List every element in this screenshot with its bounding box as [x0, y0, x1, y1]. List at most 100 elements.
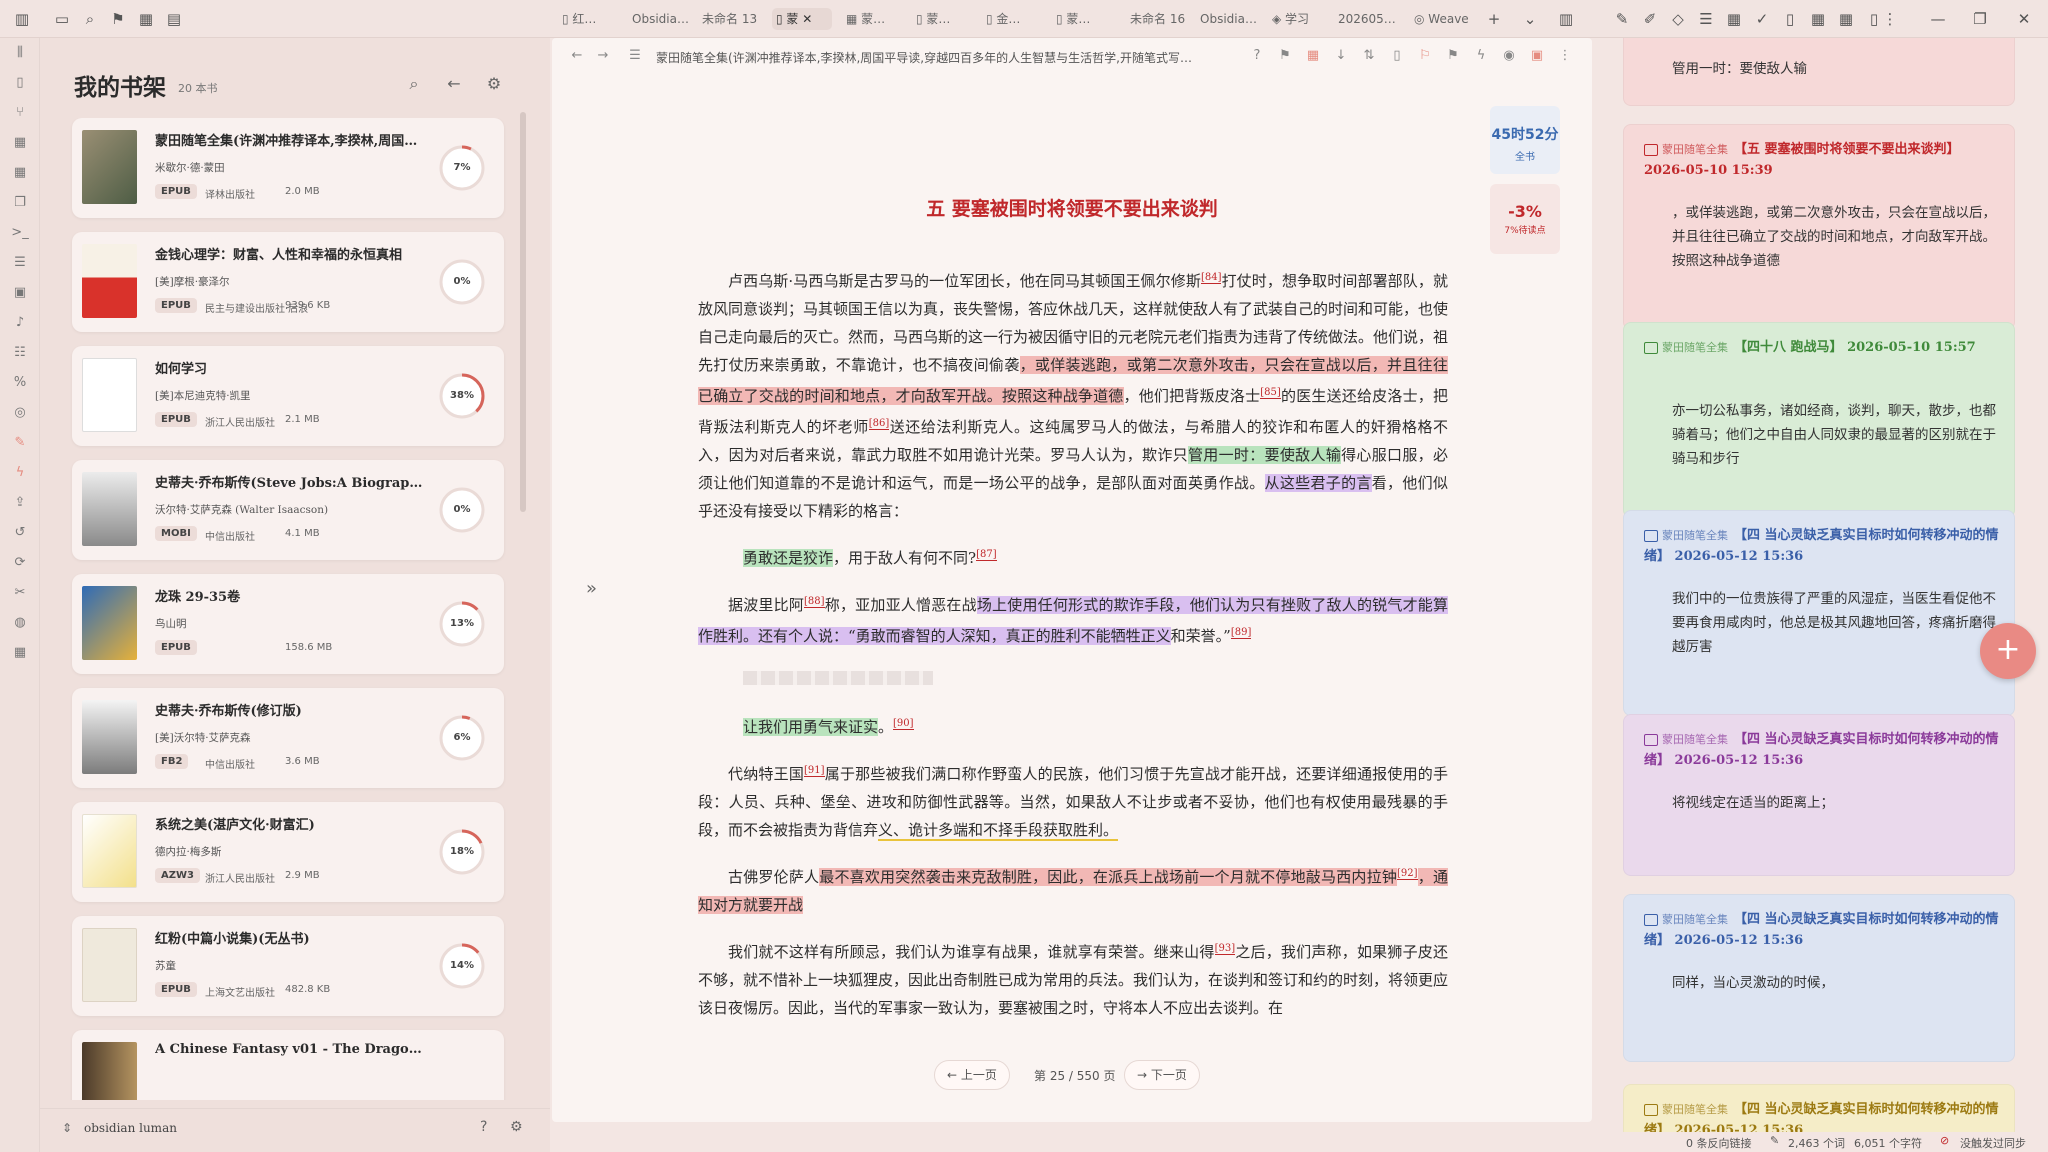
tab-9[interactable]: 未命名 16 [1130, 8, 1194, 30]
file-icon[interactable]: ▯ [11, 74, 29, 92]
sync-icon[interactable]: ⟳ [11, 554, 29, 572]
next-page-button[interactable]: → 下一页 [1124, 1060, 1200, 1090]
terminal-icon[interactable]: >_ [11, 224, 29, 242]
edit-icon[interactable]: ✎ [1770, 1134, 1779, 1147]
history-icon[interactable]: ↺ [11, 524, 29, 542]
calendar-icon[interactable]: ▦ [136, 9, 156, 29]
flag-icon[interactable]: ⚐ [1416, 47, 1434, 65]
list-icon[interactable]: ☰ [1696, 9, 1716, 29]
annotation-card[interactable]: 蒙田随笔全集 【四 当心灵缺乏真实目标时如何转移冲动的情绪】 2026-05-12… [1623, 510, 2015, 716]
back-arrow-icon[interactable]: ← [444, 74, 464, 94]
file-icon[interactable]: ▯ [1780, 9, 1800, 29]
book-card[interactable]: 史蒂夫·乔布斯传(Steve Jobs:A Biography) 沃尔特·艾萨克森… [72, 460, 504, 560]
tab-11[interactable]: ◈ 学习 [1272, 8, 1328, 30]
tab-5[interactable]: ▦ 蒙… [846, 8, 906, 30]
forward-nav-icon[interactable]: → [594, 47, 612, 65]
annotation-card[interactable]: 蒙田随笔全集 【四 当心灵缺乏真实目标时如何转移冲动的情绪】 2026-05-12… [1623, 714, 2015, 876]
toc-icon[interactable]: ☰ [626, 47, 644, 65]
search-icon[interactable]: ⌕ [80, 9, 100, 29]
grid-view-icon[interactable]: ▦ [1304, 47, 1322, 65]
calendar-icon[interactable]: ▦ [11, 164, 29, 182]
compass-icon[interactable]: ◎ [11, 404, 29, 422]
annotation-card[interactable]: 管用一时：要使敌人输 [1623, 38, 2015, 106]
graph-icon[interactable]: ⑂ [11, 104, 29, 122]
book-card[interactable]: 金钱心理学：财富、人性和幸福的永恒真相 [美]摩根·豪泽尔 EPUB 民主与建设出版社… [72, 232, 504, 332]
settings-gear-icon[interactable]: ⚙ [484, 74, 504, 94]
footnote-87[interactable]: [87] [976, 549, 997, 561]
image-icon[interactable]: ▣ [1528, 47, 1546, 65]
copy-icon[interactable]: ❐ [11, 194, 29, 212]
book-card[interactable]: 蒙田随笔全集(许渊冲推荐译本,李揆林,周国平导… 米歇尔·德·蒙田 EPUB 译林出版… [72, 118, 504, 218]
list-icon[interactable]: ☷ [11, 344, 29, 362]
book-card[interactable]: 系统之美(湛庐文化·财富汇) 德内拉·梅多斯 AZW3 浙江人民出版社 2.9 MB 18… [72, 802, 504, 902]
footnote-90[interactable]: [90] [893, 718, 914, 730]
highlight-green-quote[interactable]: 勇敢还是狡诈 [743, 549, 834, 567]
highlight-green-quote-2[interactable]: 让我们用勇气来证实 [743, 718, 879, 736]
back-nav-icon[interactable]: ← [568, 47, 586, 65]
underline-yellow[interactable]: 义、诡计多端和不择手段获取胜利。 [878, 821, 1119, 841]
backlinks-count[interactable]: 0 条反向链接 [1686, 1135, 1752, 1151]
right-sidebar-toggle-icon[interactable]: ▥ [1556, 9, 1576, 29]
tab-2[interactable]: Obsidia… [632, 8, 692, 30]
library-icon[interactable]: ⫼ [11, 44, 29, 62]
notes-icon[interactable]: ☰ [11, 254, 29, 272]
expand-sidebar-icon[interactable]: » [586, 578, 597, 599]
close-tab-icon[interactable]: ✕ [802, 12, 812, 26]
book-icon[interactable]: ▤ [164, 9, 184, 29]
footnote-91[interactable]: [91] [804, 765, 825, 777]
search-icon[interactable]: ⌕ [404, 74, 424, 94]
book-card[interactable]: 龙珠 29-35卷 鸟山明 EPUB 158.6 MB 13% [72, 574, 504, 674]
tab-list-chevron-icon[interactable]: ⌄ [1520, 9, 1540, 29]
code-icon[interactable]: % [11, 374, 29, 392]
export-icon[interactable]: ⇪ [11, 494, 29, 512]
footnote-86[interactable]: [86] [868, 418, 890, 430]
download-icon[interactable]: ↓ [1332, 47, 1350, 65]
folder-icon[interactable]: ▭ [52, 9, 72, 29]
footnote-85[interactable]: [85] [1260, 387, 1281, 399]
footnote-88[interactable]: [88] [804, 596, 825, 608]
settings-icon[interactable]: ⚙ [510, 1119, 523, 1135]
tab-6[interactable]: ▯ 蒙… [916, 8, 976, 30]
footnote-84[interactable]: [84] [1200, 272, 1222, 284]
sidebar-toggle-icon[interactable]: ▥ [12, 9, 32, 29]
more-icon[interactable]: ⋮ [1880, 9, 1900, 29]
check-icon[interactable]: ✓ [1752, 9, 1772, 29]
annotation-card[interactable]: 蒙田随笔全集 【五 要塞被围时将领要不要出来谈判】 2026-05-10 15:3… [1623, 124, 2015, 330]
plugin-icon-2[interactable]: ✐ [1640, 9, 1660, 29]
image-icon[interactable]: ▣ [11, 284, 29, 302]
calendar-plugin-icon[interactable]: ▦ [1724, 9, 1744, 29]
vault-switch-icon[interactable]: ⇕ [62, 1121, 72, 1135]
tab-10[interactable]: Obsidia… [1200, 8, 1262, 30]
minimize-icon[interactable]: — [1928, 9, 1948, 29]
footnote-93[interactable]: [93] [1214, 943, 1236, 955]
annotation-card[interactable]: 蒙田随笔全集 【四 当心灵缺乏真实目标时如何转移冲动的情绪】 2026-05-12… [1623, 1084, 2015, 1132]
more-icon[interactable]: ⋮ [1556, 47, 1574, 65]
vault-name[interactable]: obsidian luman [84, 1121, 177, 1135]
sort-icon[interactable]: ⇅ [1360, 47, 1378, 65]
highlight-red-2[interactable]: 最不喜欢用突然袭击来克敌制胜，因此，在派兵上战场前一个月就不停地敲马西内拉钟 [819, 868, 1398, 886]
globe-icon[interactable]: ◍ [11, 614, 29, 632]
help-icon[interactable]: ? [1248, 47, 1266, 65]
footnote-92[interactable]: [92] [1397, 868, 1418, 880]
highlight-purple[interactable]: 从这些君子的言 [1264, 474, 1372, 492]
tab-1[interactable]: ▯ 红… [562, 8, 622, 30]
tab-7[interactable]: ▯ 金… [986, 8, 1046, 30]
bookmark-icon[interactable]: ⚑ [1276, 47, 1294, 65]
pen-icon[interactable]: ✎ [11, 434, 29, 452]
grid-icon-2[interactable]: ▦ [1836, 9, 1856, 29]
tab-13[interactable]: ◎ Weave [1414, 8, 1480, 30]
bookmark-2-icon[interactable]: ⚑ [1444, 47, 1462, 65]
grid-icon[interactable]: ▦ [1808, 9, 1828, 29]
bookmark-icon[interactable]: ⚑ [108, 9, 128, 29]
sync-off-icon[interactable]: ⊘ [1940, 1134, 1949, 1147]
camera-icon[interactable]: ◉ [1500, 47, 1518, 65]
book-card[interactable]: 如何学习 [美]本尼迪克特·凯里 EPUB 浙江人民出版社 2.1 MB 38% [72, 346, 504, 446]
book-card[interactable]: 红粉(中篇小说集)(无丛书) 苏童 EPUB 上海文艺出版社 482.8 KB 14% [72, 916, 504, 1016]
apps-icon[interactable]: ▦ [11, 134, 29, 152]
book-card[interactable]: A Chinese Fantasy v01 - The Dragon King'… [72, 1030, 504, 1100]
tag-icon[interactable]: ◇ [1668, 9, 1688, 29]
maximize-icon[interactable]: ❐ [1970, 9, 1990, 29]
new-tab-icon[interactable]: + [1484, 9, 1504, 29]
calendar-2-icon[interactable]: ▦ [11, 644, 29, 662]
annotation-card[interactable]: 蒙田随笔全集 【四十八 跑战马】 2026-05-10 15:57 亦一切公私事务，… [1623, 322, 2015, 518]
